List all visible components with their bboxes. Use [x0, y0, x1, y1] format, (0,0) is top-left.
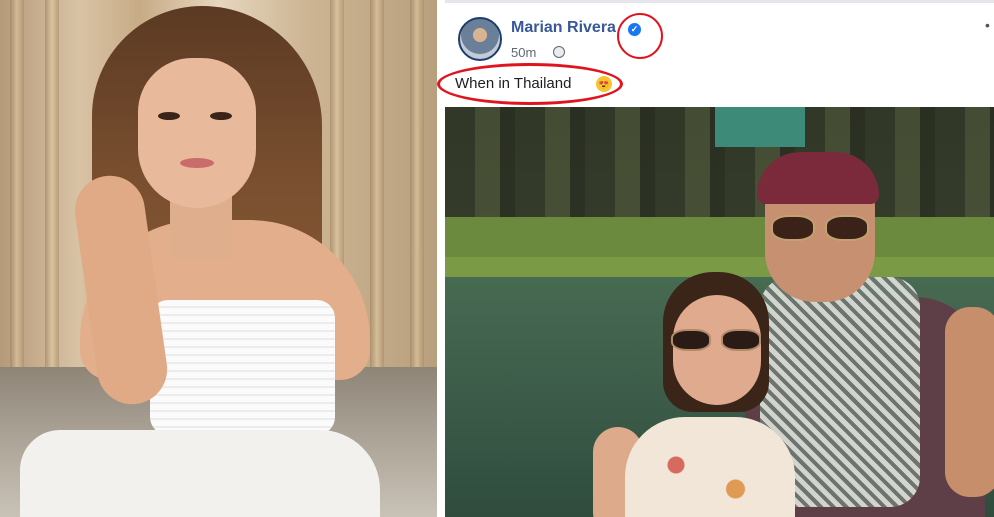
- verified-annotation-circle: [617, 13, 663, 59]
- man-arm: [945, 307, 994, 497]
- background-bamboo: [10, 0, 24, 380]
- building: [715, 107, 805, 147]
- woman-sunglasses: [671, 329, 763, 351]
- white-pants: [20, 430, 380, 517]
- bandana: [757, 152, 879, 204]
- author-avatar[interactable]: [458, 17, 502, 61]
- post-photo[interactable]: [445, 107, 994, 517]
- portrait-photo: [0, 0, 437, 517]
- background-bamboo: [370, 0, 384, 380]
- caption-annotation-circle: [437, 63, 623, 105]
- eye: [158, 112, 180, 120]
- lips: [180, 158, 214, 168]
- author-name-link[interactable]: Marian Rivera: [511, 19, 616, 37]
- post-timestamp[interactable]: 50m: [511, 45, 536, 60]
- grass: [445, 217, 994, 262]
- background-bamboo: [45, 0, 59, 380]
- eye: [210, 112, 232, 120]
- facebook-post: Marian Rivera ✓ 50m • When in Thailand 😍: [437, 0, 994, 517]
- white-top: [150, 300, 335, 435]
- globe-icon: [553, 46, 565, 58]
- face: [138, 58, 256, 208]
- post-top-border: [445, 0, 994, 3]
- woman-floral-top: [625, 417, 795, 517]
- man-sunglasses: [771, 215, 871, 241]
- more-options-icon[interactable]: •: [985, 17, 990, 33]
- background-bamboo: [410, 0, 424, 380]
